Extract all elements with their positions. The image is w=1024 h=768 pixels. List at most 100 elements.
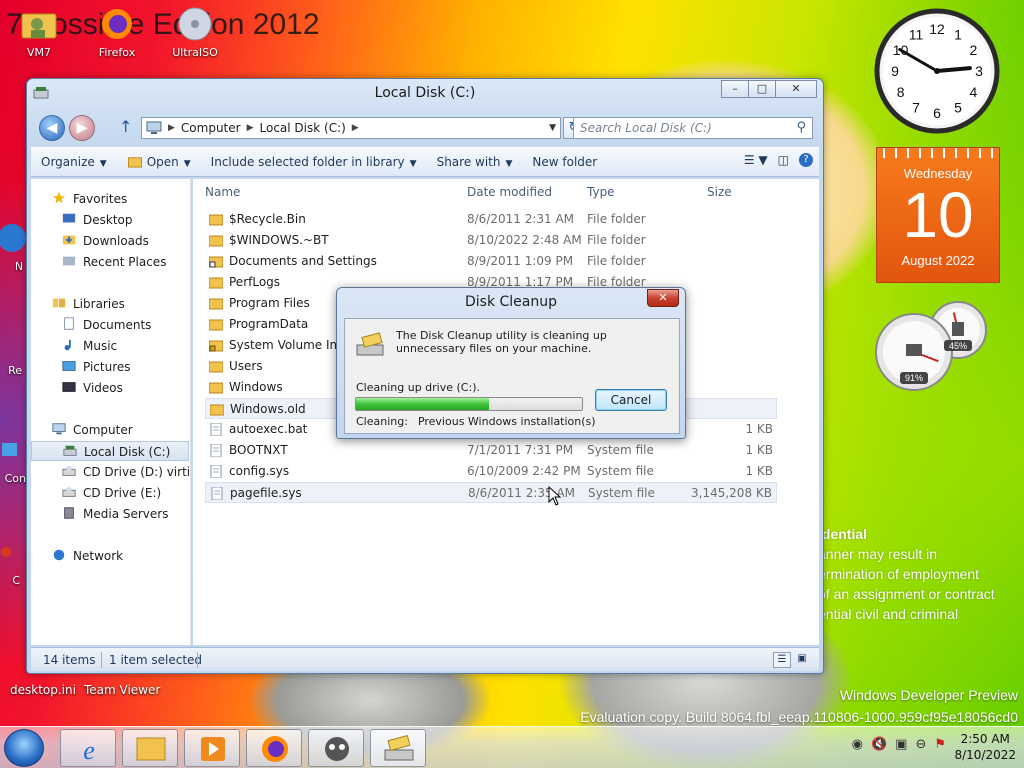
file-name: PerfLogs	[229, 275, 281, 289]
file-row[interactable]: $Recycle.Bin 8/6/2011 2:31 AM File folder	[205, 209, 777, 230]
nav-label: Music	[83, 339, 118, 353]
desktop-icon-label[interactable]: Team Viewer	[84, 683, 160, 697]
nav-label: Pictures	[83, 360, 131, 374]
nav-pictures[interactable]: Pictures	[31, 357, 189, 377]
taskbar-button[interactable]	[370, 729, 426, 767]
forward-button[interactable]: ▶	[69, 115, 95, 141]
organize-button[interactable]: Organize ▼	[31, 155, 117, 169]
desktop-icon-label[interactable]: desktop.ini	[10, 683, 76, 697]
cancel-button[interactable]: Cancel	[595, 389, 667, 411]
breadcrumb-item[interactable]: Computer	[181, 121, 241, 135]
desktop-icon-vm7[interactable]: VM7	[4, 6, 74, 59]
navigation-bar: ◀ ▶ ↑ ▶ Computer ▶ Local Disk (C:) ▶ ▼ ↻…	[33, 115, 817, 141]
nav-libraries[interactable]: Libraries	[31, 294, 189, 314]
chevron-down-icon: ▼	[183, 159, 191, 169]
desktop-icon-firefox[interactable]: Firefox	[82, 6, 152, 59]
new-folder-button[interactable]: New folder	[522, 155, 607, 169]
file-row[interactable]: BOOTNXT 7/1/2011 7:31 PM System file 1 KB	[205, 440, 777, 461]
file-name: BOOTNXT	[229, 443, 288, 457]
desktop-icon-partial[interactable]: Con	[0, 432, 26, 492]
cpu-meter-gadget[interactable]: 91% 45%	[874, 300, 1002, 394]
close-button[interactable]: ✕	[775, 80, 817, 98]
help-icon[interactable]: ?	[799, 153, 813, 167]
nav-music[interactable]: Music	[31, 336, 189, 356]
desktop-icon-partial[interactable]: Re	[0, 364, 22, 377]
command-bar: Organize ▼ Open ▼ Include selected folder …	[31, 147, 819, 177]
status-icon[interactable]: ⊖	[915, 737, 926, 752]
svg-text:e: e	[83, 736, 95, 765]
address-dropdown-icon[interactable]: ▼	[549, 123, 556, 133]
up-arrow-icon[interactable]: ↑	[119, 117, 132, 136]
nav-cd-drive-d[interactable]: CD Drive (D:) virtio-w	[31, 462, 189, 482]
status-bar: 14 items 1 item selected ☰ ▣	[31, 647, 819, 671]
preview-pane-icon[interactable]: ◫	[778, 153, 789, 167]
file-row[interactable]: Documents and Settings 8/9/2011 1:09 PM Fi…	[205, 251, 777, 272]
action-center-flag-icon[interactable]: ⚑	[934, 737, 946, 752]
nav-computer[interactable]: Computer	[31, 420, 189, 440]
minimize-button[interactable]: –	[721, 80, 749, 98]
disc-icon	[178, 7, 212, 41]
desktop-icon-partial[interactable]: C	[0, 534, 20, 594]
view-options-icon[interactable]: ☰ ▼	[744, 153, 768, 167]
desktop-icon-ultraiso[interactable]: UltraISO	[160, 6, 230, 59]
cleaning-status: Cleaning: Previous Windows installation(s…	[356, 415, 596, 428]
clock-tray[interactable]: 2:50 AM 8/10/2022	[954, 731, 1016, 763]
file-row[interactable]: pagefile.sys 8/6/2011 2:35 AM System file 3…	[205, 482, 777, 503]
display-icon[interactable]: ▣	[895, 737, 907, 752]
taskbar-button[interactable]	[184, 729, 240, 767]
dialog-close-button[interactable]: ✕	[647, 289, 679, 307]
nav-label: Recent Places	[83, 255, 167, 269]
taskbar-button[interactable]	[122, 729, 178, 767]
nav-favorites[interactable]: Favorites	[31, 189, 189, 209]
nav-media-servers[interactable]: Media Servers	[31, 504, 189, 524]
volume-muted-icon[interactable]: 🔇	[871, 737, 887, 752]
clock-numeral: 7	[912, 99, 920, 115]
nav-downloads[interactable]: Downloads	[31, 231, 189, 251]
clock-numeral: 12	[929, 21, 945, 37]
taskbar-button[interactable]: e	[60, 729, 116, 767]
column-header-name[interactable]: Name	[205, 181, 240, 203]
network-icon[interactable]: ◉	[852, 737, 863, 752]
cleaning-label: Cleaning:	[356, 415, 408, 428]
nav-documents[interactable]: Documents	[31, 315, 189, 335]
details-view-icon[interactable]: ☰	[773, 652, 791, 668]
file-name: autoexec.bat	[229, 422, 308, 436]
watermark-line2: Evaluation copy. Build 8064.fbl_eeap.110…	[580, 709, 1018, 725]
include-in-library-button[interactable]: Include selected folder in library ▼	[201, 155, 427, 169]
dialog-message: The Disk Cleanup utility is cleaning up …	[396, 329, 607, 355]
address-bar[interactable]: ▶ Computer ▶ Local Disk (C:) ▶ ▼	[141, 117, 561, 139]
breadcrumb-item[interactable]: Local Disk (C:)	[260, 121, 346, 135]
progress-label: Cleaning up drive (C:).	[356, 381, 480, 394]
calendar-gadget[interactable]: Wednesday 10 August 2022	[876, 147, 1000, 283]
file-row[interactable]: config.sys 6/10/2009 2:42 PM System file 1 …	[205, 461, 777, 482]
nav-videos[interactable]: Videos	[31, 378, 189, 398]
back-button[interactable]: ◀	[39, 115, 65, 141]
file-row[interactable]: $WINDOWS.~BT 8/10/2022 2:48 AM File folder	[205, 230, 777, 251]
column-header-date[interactable]: Date modified	[467, 181, 552, 203]
maximize-button[interactable]: □	[748, 80, 776, 98]
start-button[interactable]	[4, 729, 44, 767]
nav-recent-places[interactable]: Recent Places	[31, 252, 189, 272]
column-header-type[interactable]: Type	[587, 181, 615, 203]
nav-cd-drive-e[interactable]: CD Drive (E:)	[31, 483, 189, 503]
clock-numeral: 9	[891, 63, 899, 79]
column-header-size[interactable]: Size	[707, 181, 732, 203]
clock-numeral: 1	[954, 27, 962, 43]
folder-user-icon	[21, 13, 57, 39]
chevron-down-icon: ▼	[505, 159, 513, 169]
large-icons-view-icon[interactable]: ▣	[793, 652, 811, 668]
nav-network[interactable]: Network	[31, 546, 189, 566]
search-icon[interactable]: ⚲	[796, 120, 806, 135]
disk-cleanup-dialog[interactable]: Disk Cleanup ✕ The Disk Cleanup utility …	[336, 287, 686, 439]
taskbar-button[interactable]	[246, 729, 302, 767]
nav-local-disk-c[interactable]: Local Disk (C:)	[31, 441, 189, 461]
clock-gadget[interactable]: 1234567891011 12	[874, 8, 1000, 134]
internet-explorer-icon: e	[83, 736, 95, 765]
folder-icon	[209, 361, 223, 373]
search-input[interactable]: Search Local Disk (C:) ⚲	[573, 117, 813, 139]
taskbar-button[interactable]	[308, 729, 364, 767]
share-with-button[interactable]: Share with ▼	[427, 155, 523, 169]
firefox-icon	[262, 736, 288, 762]
nav-desktop[interactable]: Desktop	[31, 210, 189, 230]
open-button[interactable]: Open ▼	[117, 155, 201, 169]
